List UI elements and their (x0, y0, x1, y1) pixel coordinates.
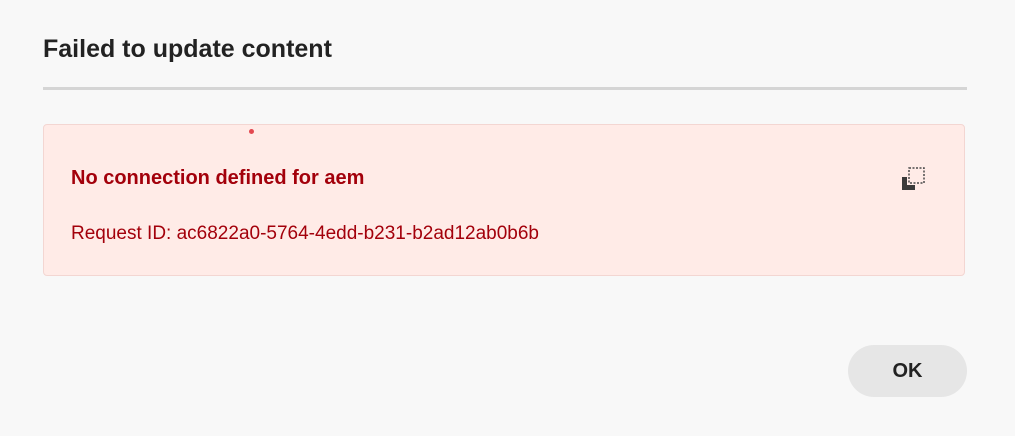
error-panel: No connection defined for aem Request ID… (43, 124, 965, 276)
status-dot (249, 129, 254, 134)
error-message: No connection defined for aem (71, 167, 365, 189)
request-id-label: Request ID: (71, 223, 172, 244)
ok-button[interactable]: OK (848, 345, 967, 397)
copy-icon (902, 167, 925, 190)
title-divider (43, 87, 967, 90)
error-dialog: Failed to update content No connection d… (0, 0, 1015, 436)
request-id-value: ac6822a0-5764-4edd-b231-b2ad12ab0b6b (176, 223, 539, 244)
dialog-title: Failed to update content (43, 35, 332, 63)
request-id-line: Request ID: ac6822a0-5764-4edd-b231-b2ad… (71, 220, 539, 248)
copy-button[interactable] (896, 162, 930, 196)
